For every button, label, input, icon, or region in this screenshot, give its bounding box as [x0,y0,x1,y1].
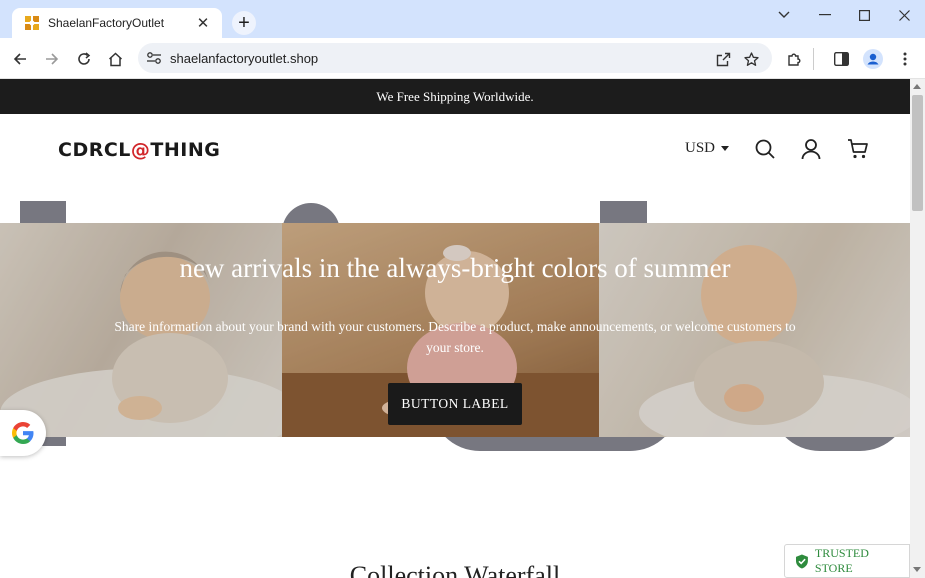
caret-down-icon [721,146,730,151]
tab-title: ShaelanFactoryOutlet [48,16,165,30]
back-arrow-icon[interactable] [8,47,32,71]
minimize-window-icon[interactable] [810,4,840,26]
announcement-bar: We Free Shipping Worldwide. [0,79,910,114]
close-tab-icon[interactable]: ✕ [194,14,212,32]
scrollbar-thumb[interactable] [912,95,923,211]
cart-icon[interactable] [847,138,869,160]
url-text: shaelanfactoryoutlet.shop [170,50,319,66]
collection-section-title: Collection Waterfall [349,561,561,578]
browser-tab[interactable]: ShaelanFactoryOutlet ✕ [12,8,222,38]
close-window-icon[interactable] [889,4,919,26]
store-logo[interactable]: CDRCL@THING [58,139,220,161]
hero-heading: new arrivals in the always-bright colors… [179,253,731,283]
home-icon[interactable] [103,47,127,71]
search-icon[interactable] [754,138,776,160]
currency-label: USD [685,140,716,156]
web-page: We Free Shipping Worldwide. CDRCL@THING … [0,79,910,578]
hero-subtitle: Share information about your brand with … [114,319,796,355]
currency-selector[interactable]: USD [685,140,730,157]
bookmark-star-icon[interactable] [742,50,760,68]
side-panel-icon[interactable] [830,48,852,70]
site-settings-icon[interactable] [146,51,162,65]
scroll-up-arrow-icon[interactable] [913,84,921,89]
address-bar[interactable]: shaelanfactoryoutlet.shop [138,43,772,73]
logo-swirl: @ [130,139,151,161]
hero-banner: new arrivals in the always-bright colors… [0,201,910,453]
scroll-down-arrow-icon[interactable] [913,567,921,572]
share-icon[interactable] [714,50,732,68]
google-g-icon [12,422,34,444]
new-tab-button[interactable]: + [232,11,256,35]
google-badge[interactable] [0,410,46,456]
reload-icon[interactable] [72,47,96,71]
account-user-icon[interactable] [800,138,822,160]
maximize-window-icon[interactable] [849,4,879,26]
site-favicon-icon [25,16,39,30]
shield-check-icon [795,554,808,568]
page-scrollbar[interactable] [910,79,925,578]
forward-arrow-icon[interactable] [40,47,64,71]
browser-tab-strip: ShaelanFactoryOutlet ✕ + [0,0,925,38]
tab-search-chevron-icon[interactable] [769,4,799,26]
toolbar-divider [813,48,814,70]
browser-menu-icon[interactable] [894,48,916,70]
logo-text-suffix: THING [150,139,221,161]
logo-text-prefix: CDRCL [58,139,131,161]
browser-toolbar: shaelanfactoryoutlet.shop [0,38,925,79]
trusted-store-badge[interactable]: TRUSTED STORE [784,544,910,578]
profile-avatar-icon[interactable] [862,48,884,70]
extensions-puzzle-icon[interactable] [784,48,806,70]
hero-cta-button[interactable]: BUTTON LABEL [388,383,522,425]
trusted-store-label: TRUSTED STORE [814,546,869,575]
